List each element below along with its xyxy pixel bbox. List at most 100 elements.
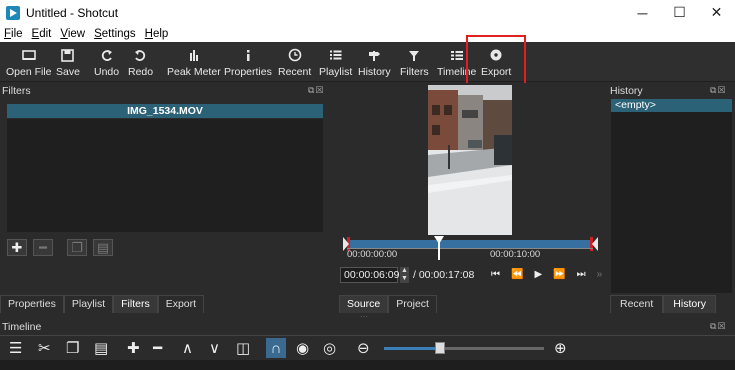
history-item-empty[interactable]: <empty>	[611, 99, 732, 112]
filters-list[interactable]	[7, 119, 323, 232]
menu-file-label: ile	[11, 27, 23, 40]
overwrite-icon[interactable]: ∨	[209, 338, 220, 358]
shotcut-logo-icon	[6, 5, 20, 20]
funnel-icon	[408, 45, 420, 65]
menu-help[interactable]: Help	[145, 28, 169, 40]
folder-icon	[21, 45, 36, 65]
play-button[interactable]: ▶	[534, 269, 542, 280]
menu-view-mnemonic: V	[60, 27, 68, 40]
peak-meter-button[interactable]: Peak Meter	[167, 45, 221, 78]
menu-help-label: elp	[152, 27, 169, 40]
copy-icon[interactable]: ❐	[66, 338, 79, 358]
maximize-button[interactable]: ☐	[661, 0, 698, 25]
menu-view-label: iew	[67, 27, 86, 40]
info-icon	[244, 45, 252, 65]
redo-button[interactable]: Redo	[128, 45, 153, 78]
menu-file-mnemonic: F	[4, 27, 12, 40]
recent-button[interactable]: Recent	[278, 45, 311, 78]
timeline-menu-icon[interactable]: ☰	[9, 338, 22, 358]
timeline-tracks-area[interactable]	[0, 360, 735, 370]
clip-name-header: IMG_1534.MOV	[7, 104, 323, 118]
tab-properties[interactable]: Properties	[0, 295, 64, 313]
tab-history[interactable]: History	[663, 295, 716, 313]
menu-settings[interactable]: Settings	[94, 28, 136, 40]
tick-label-10s: 00:00:10:00	[490, 249, 541, 260]
cut-icon[interactable]: ✂	[38, 338, 51, 358]
peak-meter-label: Peak Meter	[167, 66, 221, 78]
ripple-delete-icon[interactable]: ━	[153, 338, 162, 358]
menu-bar: File Edit View Settings Help	[0, 25, 735, 42]
history-button[interactable]: History	[358, 45, 391, 78]
copy-icon: ❐	[71, 239, 83, 255]
scrubber[interactable]: 00:00:00:00 00:00:10:00	[343, 236, 598, 262]
remove-filter-button[interactable]: ━	[33, 239, 53, 256]
fast-forward-button[interactable]: ⏩	[553, 269, 565, 280]
history-panel: History ⧉☒ <empty> Recent History	[608, 83, 735, 315]
lift-icon[interactable]: ∧	[182, 338, 193, 358]
save-button[interactable]: Save	[56, 45, 80, 78]
save-label: Save	[56, 66, 80, 78]
close-button[interactable]: ✕	[698, 0, 735, 25]
skip-to-start-button[interactable]: ⏮	[491, 269, 500, 280]
filters-label: Filters	[400, 66, 429, 78]
copy-filter-button[interactable]: ❐	[67, 239, 87, 256]
ripple-target-icon[interactable]: ◎	[323, 338, 336, 358]
zoom-slider-handle[interactable]	[435, 342, 445, 354]
menu-edit[interactable]: Edit	[32, 28, 52, 40]
add-filter-button[interactable]: ✚	[7, 239, 27, 256]
zoom-in-icon[interactable]: ⊕	[554, 338, 567, 358]
snap-magnet-icon[interactable]: ∩	[266, 338, 286, 358]
tab-playlist[interactable]: Playlist	[63, 295, 114, 313]
panel-float-close-icons[interactable]: ⧉☒	[308, 85, 325, 96]
tab-project[interactable]: Project	[388, 295, 437, 313]
timecode-spinner[interactable]: ▲ ▼	[400, 267, 409, 283]
player-panel: 00:00:00:00 00:00:10:00 00:00:06:09 ▲ ▼ /…	[336, 83, 604, 315]
append-icon[interactable]: ✚	[127, 338, 140, 358]
skip-to-end-button[interactable]: ⏭	[577, 269, 586, 280]
redo-label: Redo	[128, 66, 154, 78]
tab-recent[interactable]: Recent	[610, 295, 664, 313]
scrub-eye-icon[interactable]: ◉	[296, 338, 309, 358]
main-toolbar: Open File Save Undo Redo Peak Meter Prop…	[0, 42, 735, 82]
menu-help-mnemonic: H	[144, 27, 153, 40]
history-panel-title: History	[610, 85, 643, 97]
more-options-icon[interactable]: »	[597, 269, 603, 280]
properties-button[interactable]: Properties	[224, 45, 272, 78]
player-tabs: Source Project	[339, 295, 437, 313]
tab-source[interactable]: Source	[339, 295, 389, 313]
clock-icon	[288, 45, 302, 65]
minimize-button[interactable]: ─	[624, 0, 661, 25]
history-tabs: Recent History	[610, 295, 716, 313]
undo-button[interactable]: Undo	[94, 45, 119, 78]
title-bar: Untitled - Shotcut ─ ☐ ✕	[0, 0, 735, 25]
video-preview	[428, 85, 512, 235]
menu-edit-label: dit	[39, 27, 52, 40]
video-frame-image	[428, 85, 512, 235]
split-icon[interactable]: ◫	[236, 338, 250, 358]
menu-file[interactable]: File	[4, 28, 23, 40]
history-float-close-icons[interactable]: ⧉☒	[710, 85, 727, 96]
menu-view[interactable]: View	[60, 28, 85, 40]
undo-label: Undo	[94, 66, 120, 78]
tab-filters[interactable]: Filters	[113, 295, 158, 313]
plus-icon: ✚	[11, 239, 23, 255]
menu-settings-mnemonic: S	[94, 27, 102, 40]
timeline-float-close-icons[interactable]: ⧉☒	[710, 321, 727, 332]
window-title: Untitled - Shotcut	[26, 5, 119, 20]
transport-controls: ⏮ ⏪ ▶ ⏩ ⏭ »	[491, 269, 602, 280]
paste-icon[interactable]: ▤	[94, 338, 108, 358]
paste-filter-button[interactable]: ▤	[93, 239, 113, 256]
open-file-button[interactable]: Open File	[6, 45, 52, 78]
filters-panel-title: Filters	[2, 85, 31, 97]
rewind-button[interactable]: ⏪	[511, 269, 523, 280]
zoom-out-icon[interactable]: ⊖	[357, 338, 370, 358]
history-list[interactable]: <empty>	[611, 99, 732, 293]
tab-export[interactable]: Export	[157, 295, 205, 313]
current-timecode-field[interactable]: 00:00:06:09	[340, 267, 399, 283]
properties-label: Properties	[224, 66, 272, 78]
filters-button[interactable]: Filters	[400, 45, 429, 78]
scrubber-track	[349, 240, 593, 248]
timeline-header: Timeline ⧉☒	[0, 320, 735, 334]
timeline-title: Timeline	[2, 321, 42, 333]
playlist-button[interactable]: Playlist	[319, 45, 352, 78]
